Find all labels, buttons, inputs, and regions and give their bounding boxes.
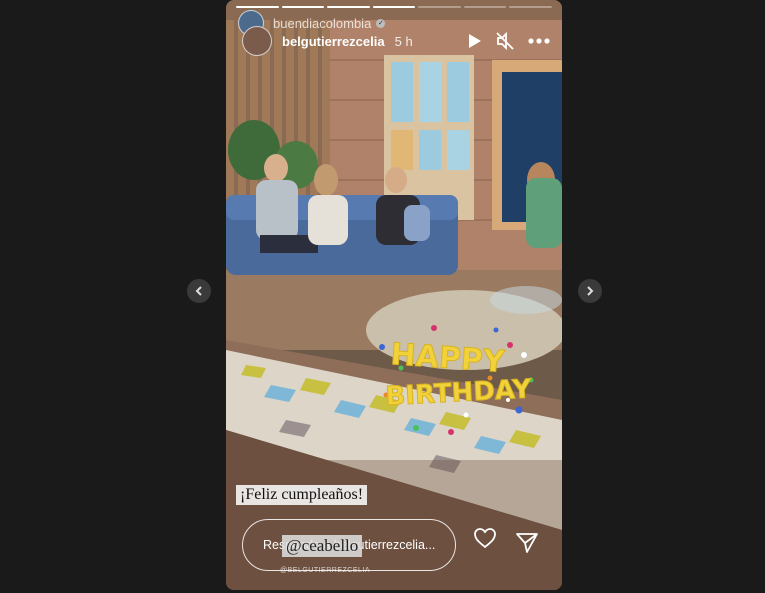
progress-segment [509, 6, 553, 8]
story-viewer[interactable]: HAPPY BIRTHDAY buendiacolombia ✓ belguti… [226, 0, 562, 590]
send-icon[interactable] [515, 532, 539, 554]
play-icon[interactable] [468, 33, 482, 49]
progress-segment [236, 6, 279, 8]
mute-icon[interactable] [496, 32, 514, 50]
more-options-icon[interactable] [528, 38, 550, 44]
author-username[interactable]: belgutierrezcelia [282, 34, 385, 49]
story-time: 5 h [394, 33, 413, 49]
mention-tag[interactable]: @ceabello [282, 535, 363, 557]
author-avatar[interactable] [242, 26, 272, 56]
progress-segment [327, 6, 370, 8]
like-heart-icon[interactable] [473, 527, 497, 549]
next-story-button[interactable] [578, 279, 602, 303]
chevron-right-icon [587, 286, 594, 296]
chevron-left-icon [195, 286, 202, 296]
previous-story-button[interactable] [187, 279, 211, 303]
mention-sub-tag: @BELGUTIERREZCELIA [280, 567, 371, 574]
author-row: belgutierrezcelia 5 h [238, 26, 550, 56]
progress-segment [372, 6, 416, 8]
story-progress-bar [236, 6, 553, 8]
story-caption: ¡Feliz cumpleaños! [236, 485, 368, 505]
progress-segment [418, 6, 461, 8]
progress-segment [463, 6, 507, 8]
progress-segment [281, 6, 325, 8]
